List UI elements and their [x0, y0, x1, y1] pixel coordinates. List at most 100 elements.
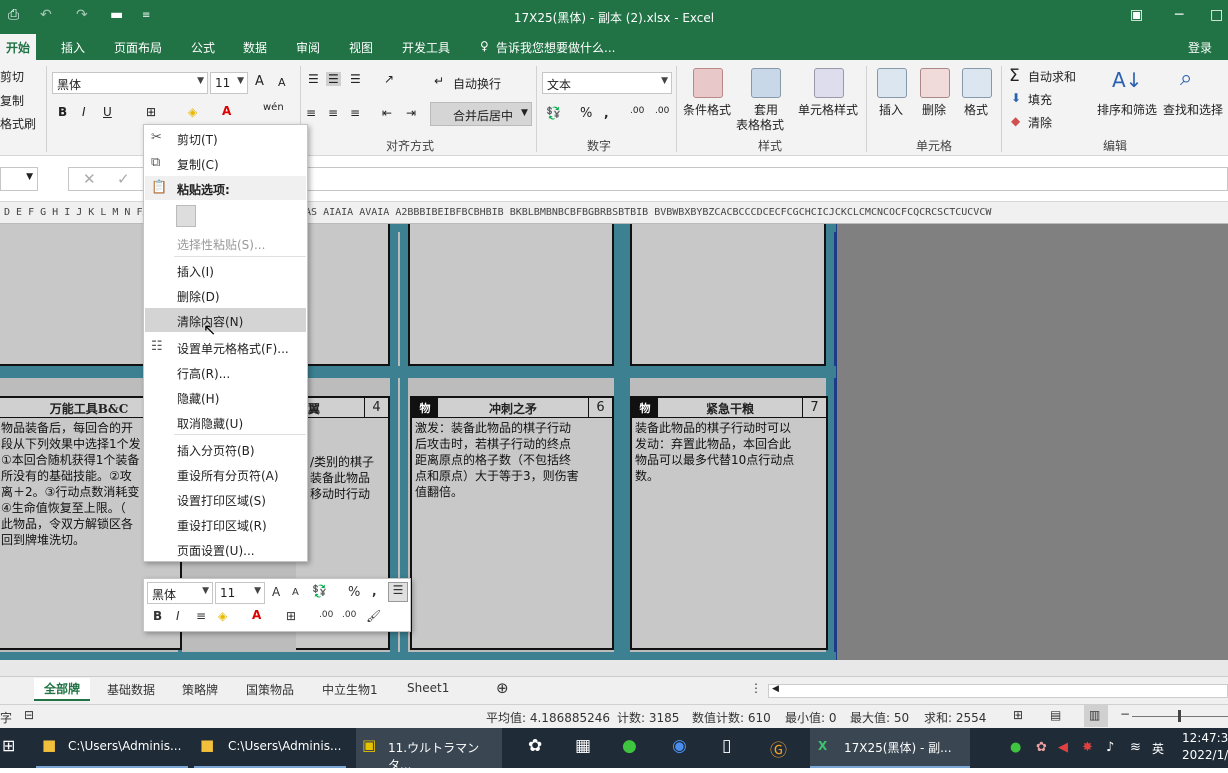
- menu-reset-page-breaks[interactable]: 重设所有分页符(A): [145, 462, 306, 486]
- format-as-table-icon[interactable]: [751, 68, 781, 98]
- search-icon[interactable]: ⌕: [1180, 66, 1192, 91]
- page-layout-view-icon[interactable]: ▤: [1050, 708, 1061, 722]
- decrease-decimal-icon[interactable]: .00: [342, 610, 356, 620]
- menu-format-cells[interactable]: ☷ 设置单元格格式(F)...: [145, 335, 306, 359]
- percent-icon[interactable]: %: [580, 106, 592, 121]
- shrink-font-icon[interactable]: A: [278, 76, 286, 89]
- wifi-icon[interactable]: ≋: [1130, 728, 1141, 768]
- cell-styles-icon[interactable]: [814, 68, 844, 98]
- menu-copy[interactable]: ⧉ 复制(C): [145, 151, 306, 175]
- sheet-tab-all-cards[interactable]: 全部牌: [34, 678, 91, 701]
- name-box[interactable]: ▼: [0, 167, 38, 191]
- sign-in-link[interactable]: 登录: [1188, 39, 1212, 56]
- eraser-icon[interactable]: ◆: [1011, 114, 1020, 128]
- menu-unhide[interactable]: 取消隐藏(U): [145, 410, 306, 434]
- number-format-combo[interactable]: 文本 ▼: [542, 72, 672, 94]
- sheet-tab-neutral-creatures[interactable]: 中立生物1: [322, 681, 378, 698]
- grow-font-icon[interactable]: A: [255, 74, 264, 89]
- clock-date[interactable]: 2022/1/3: [1182, 728, 1228, 768]
- app-g-icon[interactable]: Ⓖ: [770, 728, 787, 768]
- grow-font-icon[interactable]: A: [272, 585, 280, 599]
- tray-wechat-icon[interactable]: ●: [1010, 728, 1021, 768]
- fill-button[interactable]: 填充: [1028, 91, 1052, 108]
- mini-size-combo[interactable]: 11 ▼: [215, 582, 265, 604]
- notepad-icon[interactable]: ▯: [722, 728, 731, 768]
- app-icon[interactable]: ✿: [528, 728, 542, 768]
- menu-clear-contents[interactable]: 清除内容(N): [145, 308, 306, 332]
- cell-styles-button[interactable]: 单元格样式: [798, 101, 858, 118]
- merge-center-button[interactable]: 合并后居中 ▼: [430, 102, 532, 126]
- taskbar-excel[interactable]: X 17X25(黑体) - 副...: [810, 728, 970, 768]
- split-handle-icon[interactable]: ⋮: [750, 681, 762, 695]
- autosum-button[interactable]: 自动求和: [1028, 68, 1076, 85]
- delete-cells-button[interactable]: 删除: [922, 101, 946, 118]
- comma-style-icon[interactable]: ,: [372, 584, 377, 598]
- tab-developer[interactable]: 开发工具: [402, 39, 450, 56]
- insert-cells-button[interactable]: 插入: [879, 101, 903, 118]
- menu-cut[interactable]: ✂ 剪切(T): [145, 126, 306, 150]
- sort-filter-button[interactable]: 排序和筛选: [1097, 101, 1157, 118]
- currency-icon[interactable]: 💱: [546, 106, 561, 120]
- bold-button[interactable]: B: [153, 609, 162, 623]
- align-right-icon[interactable]: ≡: [350, 106, 360, 120]
- format-painter-icon[interactable]: 🖌: [366, 609, 381, 623]
- menu-page-setup[interactable]: 页面设置(U)...: [145, 537, 306, 561]
- increase-indent-icon[interactable]: ⇥: [406, 106, 416, 120]
- tab-review[interactable]: 审阅: [296, 39, 320, 56]
- tray-mute-icon[interactable]: ◀: [1058, 728, 1068, 768]
- fill-color-icon[interactable]: ◈: [188, 105, 197, 119]
- align-center-icon[interactable]: ≡: [328, 106, 338, 120]
- comma-style-icon[interactable]: ,: [604, 106, 609, 120]
- volume-icon[interactable]: ♪: [1106, 728, 1114, 768]
- insert-cells-icon[interactable]: [877, 68, 907, 98]
- tab-formulas[interactable]: 公式: [191, 39, 215, 56]
- menu-row-height[interactable]: 行高(R)...: [145, 360, 306, 384]
- decrease-decimal-icon[interactable]: .00: [655, 106, 669, 116]
- minimize-icon[interactable]: ─: [1175, 7, 1183, 23]
- scroll-left-icon[interactable]: ◀: [772, 684, 779, 694]
- tab-insert[interactable]: 插入: [61, 39, 85, 56]
- menu-delete[interactable]: 删除(D): [145, 283, 306, 307]
- phonetic-icon[interactable]: wén: [263, 102, 284, 113]
- italic-button[interactable]: I: [176, 609, 180, 623]
- menu-paste-special[interactable]: 选择性粘贴(S)...: [145, 231, 306, 255]
- taskbar-explorer-2[interactable]: ■ C:\Users\Adminis...: [194, 728, 346, 768]
- wrap-text-icon[interactable]: ↵: [434, 74, 444, 88]
- taskbar-media[interactable]: ▣ 11.ウルトラマンタ...: [356, 728, 502, 772]
- decrease-indent-icon[interactable]: ⇤: [382, 106, 392, 120]
- autosum-icon[interactable]: Σ: [1009, 66, 1020, 86]
- mini-font-combo[interactable]: 黑体 ▼: [147, 582, 213, 604]
- font-name-combo[interactable]: 黑体 ▼: [52, 72, 208, 94]
- tab-home[interactable]: 开始: [0, 34, 37, 60]
- format-as-table-button-2[interactable]: 表格格式: [736, 116, 784, 133]
- borders-icon[interactable]: ⊞: [146, 105, 156, 119]
- italic-button[interactable]: I: [82, 105, 86, 119]
- enter-icon[interactable]: ✓: [117, 170, 130, 188]
- underline-button[interactable]: U: [103, 105, 112, 119]
- sheet-tab-strategy[interactable]: 策略牌: [182, 681, 218, 698]
- sheet-tab-base-data[interactable]: 基础数据: [107, 681, 155, 698]
- menu-insert-page-break[interactable]: 插入分页符(B): [145, 437, 306, 461]
- currency-icon[interactable]: 💱: [312, 584, 327, 598]
- zoom-out-icon[interactable]: −: [1120, 707, 1130, 721]
- format-cells-button[interactable]: 格式: [964, 101, 988, 118]
- tab-view[interactable]: 视图: [349, 39, 373, 56]
- clear-button[interactable]: 清除: [1028, 114, 1052, 131]
- menu-set-print-area[interactable]: 设置打印区域(S): [145, 487, 306, 511]
- input-language[interactable]: 英: [1152, 728, 1164, 768]
- merge-icon[interactable]: ☰: [388, 582, 408, 602]
- orientation-icon[interactable]: ↗: [384, 72, 394, 86]
- cancel-icon[interactable]: ✕: [83, 170, 96, 188]
- cut-button[interactable]: 剪切: [0, 68, 24, 85]
- borders-icon[interactable]: ⊞: [286, 609, 296, 623]
- taskbar-explorer-1[interactable]: ■ C:\Users\Adminis...: [36, 728, 188, 768]
- increase-decimal-icon[interactable]: .00: [319, 610, 333, 620]
- sheet-tab-sheet1[interactable]: Sheet1: [407, 681, 449, 695]
- maximize-icon[interactable]: □: [1210, 7, 1223, 23]
- wrap-text-button[interactable]: 自动换行: [453, 75, 501, 92]
- conditional-format-icon[interactable]: [693, 68, 723, 98]
- sort-filter-icon[interactable]: A↓: [1112, 68, 1142, 92]
- align-left-icon[interactable]: ≡: [306, 106, 316, 120]
- start-icon[interactable]: ⊞: [2, 728, 15, 768]
- add-sheet-icon[interactable]: ⊕: [496, 679, 509, 697]
